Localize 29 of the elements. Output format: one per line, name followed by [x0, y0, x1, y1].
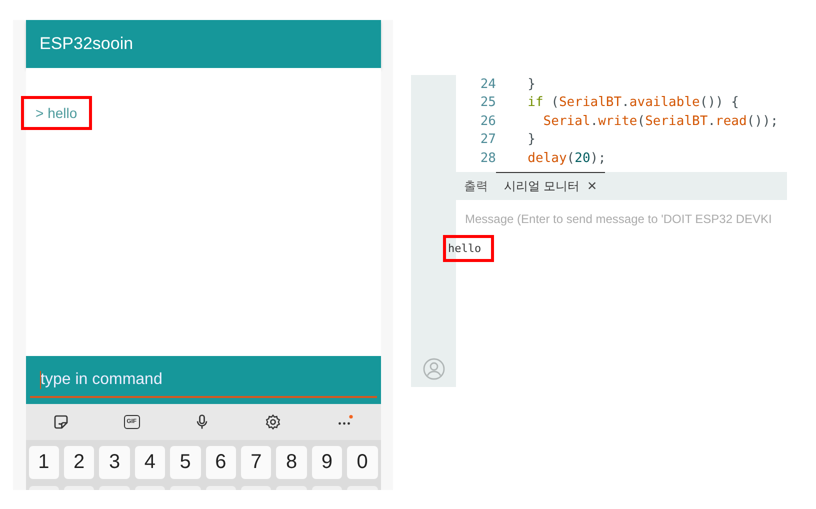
line-number: 27: [479, 132, 496, 148]
keyboard-key[interactable]: 2: [64, 446, 94, 479]
terminal-message: > hello: [22, 97, 92, 129]
sticker-icon[interactable]: [52, 413, 70, 431]
keyboard-key[interactable]: 7: [240, 446, 272, 479]
command-input[interactable]: type in command: [40, 371, 376, 389]
keyboard-key[interactable]: 3: [99, 446, 130, 479]
keyboard-key[interactable]: 6: [206, 446, 236, 479]
code-line: Serial.write(SerialBT.read());: [542, 114, 778, 129]
serial-output: hello: [444, 236, 494, 261]
line-number: 28: [479, 150, 496, 166]
code-line: if (SerialBT.available()) {: [526, 95, 740, 110]
keyboard-key[interactable]: 1: [28, 446, 59, 479]
line-number: 24: [479, 76, 496, 92]
keyboard-key[interactable]: 0: [347, 446, 378, 479]
code-line: }: [526, 76, 536, 92]
line-number: 26: [479, 114, 496, 129]
app-title: ESP32sooin: [40, 34, 134, 54]
keyboard-key[interactable]: 8: [276, 446, 307, 479]
panel-tab[interactable]: 출력: [456, 172, 496, 200]
keyboard-key[interactable]: 4: [134, 446, 166, 479]
settings-icon[interactable]: [264, 413, 282, 431]
close-icon[interactable]: ×: [587, 178, 597, 196]
command-field[interactable]: type in command: [26, 356, 380, 404]
keyboard-key[interactable]: 5: [170, 446, 201, 479]
code-line: delay(20);: [526, 150, 606, 166]
line-number: 25: [479, 95, 496, 110]
keyboard-key[interactable]: 9: [312, 446, 342, 479]
code-line: }: [526, 132, 536, 148]
